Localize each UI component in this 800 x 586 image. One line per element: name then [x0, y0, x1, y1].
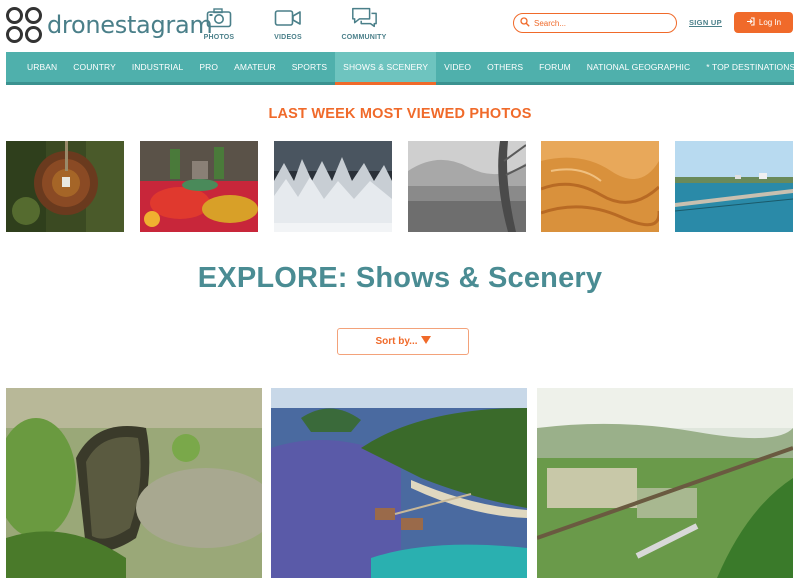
- camera-icon: [205, 6, 233, 30]
- most-viewed-photo[interactable]: [541, 141, 659, 232]
- brand-name: dronestagram: [47, 11, 213, 39]
- category-video[interactable]: VIDEO: [436, 52, 479, 82]
- most-viewed-photo[interactable]: [140, 141, 258, 232]
- login-label: Log In: [758, 18, 782, 27]
- category-nav: URBAN COUNTRY INDUSTRIAL PRO AMATEUR SPO…: [6, 52, 800, 85]
- site-header: dronestagram PHOTOS VIDEOS COMMUNITY SIG…: [0, 0, 800, 52]
- search-input[interactable]: [534, 18, 664, 28]
- topnav-photos[interactable]: PHOTOS: [189, 6, 249, 41]
- category-urban[interactable]: URBAN: [6, 52, 65, 82]
- topnav-photos-label: PHOTOS: [203, 34, 235, 41]
- logo[interactable]: dronestagram: [6, 7, 213, 43]
- login-icon: [746, 17, 755, 28]
- category-industrial[interactable]: INDUSTRIAL: [124, 52, 192, 82]
- search-box[interactable]: [513, 13, 677, 33]
- most-viewed-title: LAST WEEK MOST VIEWED PHOTOS: [268, 106, 532, 122]
- category-sports[interactable]: SPORTS: [284, 52, 335, 82]
- gallery-photo[interactable]: [271, 388, 527, 578]
- category-amateur[interactable]: AMATEUR: [226, 52, 284, 82]
- category-shows-scenery[interactable]: SHOWS & SCENERY: [335, 52, 437, 85]
- video-camera-icon: [274, 6, 302, 30]
- topnav-videos[interactable]: VIDEOS: [258, 6, 318, 41]
- caret-down-icon: [420, 336, 431, 347]
- category-forum[interactable]: FORUM: [531, 52, 579, 82]
- topnav-videos-label: VIDEOS: [274, 34, 302, 41]
- topnav-community[interactable]: COMMUNITY: [333, 6, 395, 41]
- chat-bubbles-icon: [350, 6, 378, 30]
- gallery-photo[interactable]: [6, 388, 262, 578]
- explore-title: EXPLORE: Shows & Scenery: [197, 262, 603, 294]
- most-viewed-photo[interactable]: [675, 141, 793, 232]
- category-top-destinations[interactable]: * TOP DESTINATIONS *: [698, 52, 800, 82]
- login-button[interactable]: Log In: [734, 12, 793, 33]
- search-icon: [520, 14, 530, 32]
- signup-link[interactable]: SIGN UP: [689, 18, 722, 27]
- most-viewed-photo[interactable]: [408, 141, 526, 232]
- gallery-photo[interactable]: [537, 388, 793, 578]
- category-others[interactable]: OTHERS: [479, 52, 531, 82]
- most-viewed-photo[interactable]: [6, 141, 124, 232]
- most-viewed-photo[interactable]: [274, 141, 392, 232]
- sort-dropdown[interactable]: Sort by...: [337, 328, 469, 355]
- logo-mark-icon: [6, 7, 42, 43]
- category-country[interactable]: COUNTRY: [65, 52, 124, 82]
- sort-label: Sort by...: [375, 336, 418, 347]
- topnav-community-label: COMMUNITY: [341, 34, 387, 41]
- category-national-geographic[interactable]: NATIONAL GEOGRAPHIC: [579, 52, 698, 82]
- category-pro[interactable]: PRO: [191, 52, 226, 82]
